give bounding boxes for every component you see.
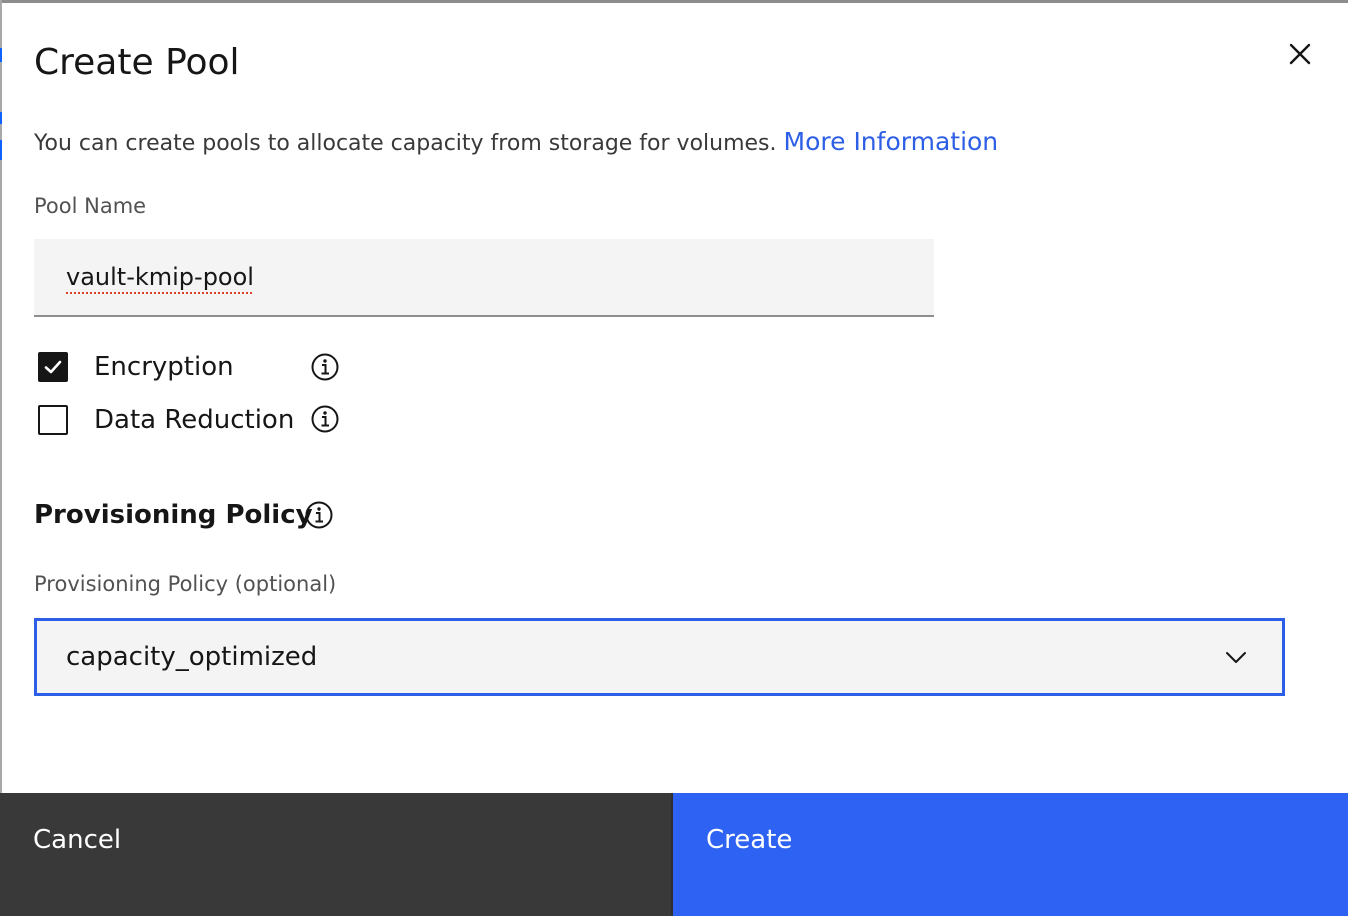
close-button[interactable] [1280, 34, 1320, 74]
encryption-option: Encryption [38, 350, 234, 384]
cancel-button[interactable]: Cancel [0, 793, 673, 916]
data-reduction-info-icon[interactable] [310, 404, 340, 434]
description-text: You can create pools to allocate capacit… [34, 131, 777, 156]
checkmark-icon [44, 360, 62, 374]
dialog-description: You can create pools to allocate capacit… [34, 126, 998, 160]
encryption-label: Encryption [94, 352, 234, 382]
dialog-left-edge [0, 0, 2, 793]
pool-name-input[interactable]: vault-kmip-pool [34, 239, 934, 317]
provisioning-info-icon[interactable] [304, 500, 334, 530]
encryption-checkbox[interactable] [38, 352, 68, 382]
pool-name-label: Pool Name [34, 194, 147, 218]
provisioning-policy-label: Provisioning Policy (optional) [34, 572, 337, 596]
provisioning-policy-select[interactable]: capacity_optimized [34, 618, 1285, 696]
more-information-link[interactable]: More Information [784, 127, 999, 156]
page-top-edge [0, 0, 1348, 3]
create-button[interactable]: Create [673, 793, 1348, 916]
data-reduction-label: Data Reduction [94, 405, 295, 435]
close-icon [1289, 43, 1311, 65]
pool-name-value: vault-kmip-pool [66, 263, 254, 291]
edge-mark [0, 48, 2, 62]
dialog-footer: Cancel Create [0, 793, 1348, 916]
data-reduction-option: Data Reduction [38, 403, 294, 437]
dialog-title: Create Pool [34, 42, 240, 83]
encryption-info-icon[interactable] [310, 352, 340, 382]
chevron-down-icon [1226, 652, 1246, 663]
provisioning-policy-heading: Provisioning Policy [34, 500, 313, 530]
edge-mark [0, 140, 2, 160]
provisioning-selected-value: capacity_optimized [66, 642, 318, 672]
data-reduction-checkbox[interactable] [38, 405, 68, 435]
edge-mark [0, 112, 2, 124]
